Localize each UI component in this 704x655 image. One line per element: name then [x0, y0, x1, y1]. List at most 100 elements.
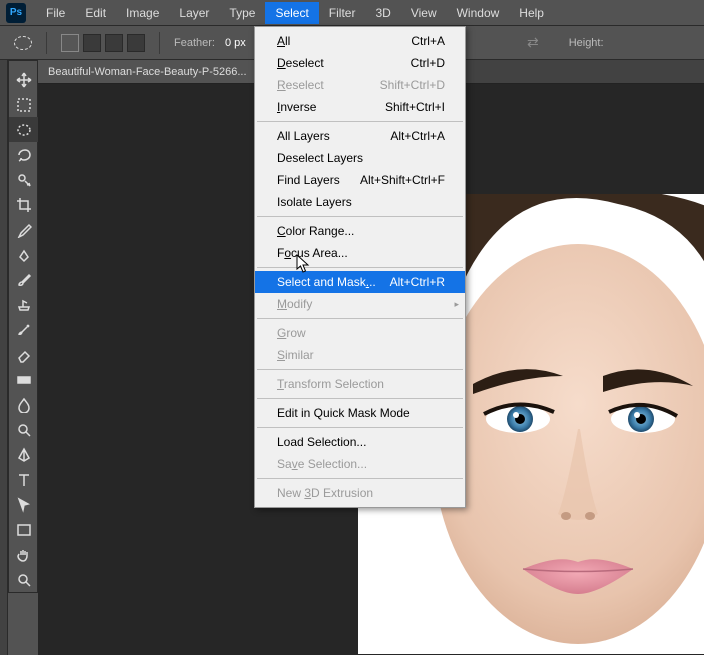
menu-separator — [257, 427, 463, 428]
height-label: Height: — [569, 37, 604, 49]
menuitem-label: All — [277, 33, 290, 49]
menu-3d[interactable]: 3D — [365, 2, 400, 24]
menuitem-deselect-layers[interactable]: Deselect Layers — [255, 147, 465, 169]
zoom-tool[interactable] — [9, 567, 39, 592]
intersect-selection-button[interactable] — [127, 34, 145, 52]
menuitem-modify: Modify — [255, 293, 465, 315]
add-to-selection-button[interactable] — [83, 34, 101, 52]
menu-separator — [257, 121, 463, 122]
menuitem-reselect: ReselectShift+Ctrl+D — [255, 74, 465, 96]
menuitem-label: Load Selection... — [277, 434, 366, 450]
menuitem-label: Select and Mask... — [277, 274, 376, 290]
menu-filter[interactable]: Filter — [319, 2, 366, 24]
quick-selection-tool[interactable] — [9, 167, 39, 192]
menuitem-similar: Similar — [255, 344, 465, 366]
menuitem-inverse[interactable]: Inverse Shift+Ctrl+I — [255, 96, 465, 118]
healing-brush-tool[interactable] — [9, 242, 39, 267]
menuitem-find-layers[interactable]: Find Layers Alt+Shift+Ctrl+F — [255, 169, 465, 191]
menuitem-all[interactable]: All Ctrl+A — [255, 30, 465, 52]
menu-edit[interactable]: Edit — [75, 2, 116, 24]
menuitem-label: Edit in Quick Mask Mode — [277, 405, 410, 421]
select-menu-dropdown: All Ctrl+A Deselect Ctrl+D ReselectShift+Ctr… — [254, 26, 466, 508]
menu-file[interactable]: File — [36, 2, 75, 24]
menuitem-focus-area[interactable]: Focus Area... — [255, 242, 465, 264]
menu-separator — [257, 216, 463, 217]
menuitem-shortcut: Ctrl+D — [411, 55, 445, 71]
swap-dimensions-icon[interactable]: ⇄ — [527, 34, 539, 51]
gradient-tool[interactable] — [9, 367, 39, 392]
blur-tool[interactable] — [9, 392, 39, 417]
subtract-selection-button[interactable] — [105, 34, 123, 52]
menu-select[interactable]: Select — [265, 2, 318, 24]
pen-tool[interactable] — [9, 442, 39, 467]
dodge-tool[interactable] — [9, 417, 39, 442]
menuitem-label: Modify — [277, 296, 312, 312]
menuitem-label: Focus Area... — [277, 245, 348, 261]
menuitem-new-3d-extrusion: New 3D Extrusion — [255, 482, 465, 504]
tools-panel — [8, 60, 38, 593]
menuitem-load-selection[interactable]: Load Selection... — [255, 431, 465, 453]
menuitem-label: Similar — [277, 347, 314, 363]
menu-separator — [257, 398, 463, 399]
menuitem-shortcut: Alt+Shift+Ctrl+F — [360, 172, 445, 188]
menuitem-label: Inverse — [277, 99, 316, 115]
menuitem-label: Isolate Layers — [277, 194, 352, 210]
feather-value[interactable]: 0 px — [225, 37, 246, 49]
menuitem-label: Grow — [277, 325, 306, 341]
elliptical-marquee-tool[interactable] — [9, 117, 39, 142]
selection-mode-group — [61, 34, 145, 52]
clone-stamp-tool[interactable] — [9, 292, 39, 317]
menuitem-shortcut: Ctrl+A — [411, 33, 445, 49]
menuitem-shortcut: Shift+Ctrl+I — [385, 99, 445, 115]
menuitem-deselect[interactable]: Deselect Ctrl+D — [255, 52, 465, 74]
crop-tool[interactable] — [9, 192, 39, 217]
menuitem-label: Transform Selection — [277, 376, 384, 392]
menuitem-all-layers[interactable]: All Layers Alt+Ctrl+A — [255, 125, 465, 147]
menuitem-edit-in-quick-mask-mode[interactable]: Edit in Quick Mask Mode — [255, 402, 465, 424]
menuitem-shortcut: Alt+Ctrl+R — [390, 274, 445, 290]
eraser-tool[interactable] — [9, 342, 39, 367]
document-tab[interactable]: Beautiful-Woman-Face-Beauty-P-5266... — [38, 60, 258, 83]
type-tool[interactable] — [9, 467, 39, 492]
menuitem-label: New 3D Extrusion — [277, 485, 373, 501]
menu-view[interactable]: View — [401, 2, 447, 24]
menu-layer[interactable]: Layer — [169, 2, 219, 24]
menu-image[interactable]: Image — [116, 2, 169, 24]
history-brush-tool[interactable] — [9, 317, 39, 342]
brush-tool[interactable] — [9, 267, 39, 292]
menuitem-isolate-layers[interactable]: Isolate Layers — [255, 191, 465, 213]
menuitem-label: All Layers — [277, 128, 330, 144]
elliptical-marquee-icon[interactable] — [14, 36, 32, 50]
photoshop-logo: Ps — [6, 3, 26, 23]
new-selection-button[interactable] — [61, 34, 79, 52]
menuitem-shortcut: Alt+Ctrl+A — [390, 128, 445, 144]
menu-type[interactable]: Type — [219, 2, 265, 24]
menu-window[interactable]: Window — [447, 2, 510, 24]
lasso-tool[interactable] — [9, 142, 39, 167]
menuitem-label: Deselect — [277, 55, 324, 71]
menubar: Ps FileEditImageLayerTypeSelectFilter3DV… — [0, 0, 704, 26]
rectangle-tool[interactable] — [9, 517, 39, 542]
menuitem-label: Save Selection... — [277, 456, 367, 472]
menuitem-label: Color Range... — [277, 223, 354, 239]
menuitem-label: Deselect Layers — [277, 150, 363, 166]
menu-separator — [257, 369, 463, 370]
document-tab-label: Beautiful-Woman-Face-Beauty-P-5266... — [48, 66, 247, 78]
menu-separator — [257, 318, 463, 319]
menu-separator — [257, 267, 463, 268]
rectangular-marquee-tool[interactable] — [9, 92, 39, 117]
menuitem-transform-selection: Transform Selection — [255, 373, 465, 395]
path-selection-tool[interactable] — [9, 492, 39, 517]
menuitem-shortcut: Shift+Ctrl+D — [380, 77, 445, 93]
menuitem-label: Find Layers — [277, 172, 340, 188]
panel-strip — [0, 60, 8, 655]
menu-separator — [257, 478, 463, 479]
menuitem-save-selection: Save Selection... — [255, 453, 465, 475]
hand-tool[interactable] — [9, 542, 39, 567]
menuitem-grow: Grow — [255, 322, 465, 344]
eyedropper-tool[interactable] — [9, 217, 39, 242]
menuitem-color-range[interactable]: Color Range... — [255, 220, 465, 242]
menu-help[interactable]: Help — [509, 2, 554, 24]
menuitem-select-and-mask[interactable]: Select and Mask... Alt+Ctrl+R — [255, 271, 465, 293]
move-tool[interactable] — [9, 67, 39, 92]
